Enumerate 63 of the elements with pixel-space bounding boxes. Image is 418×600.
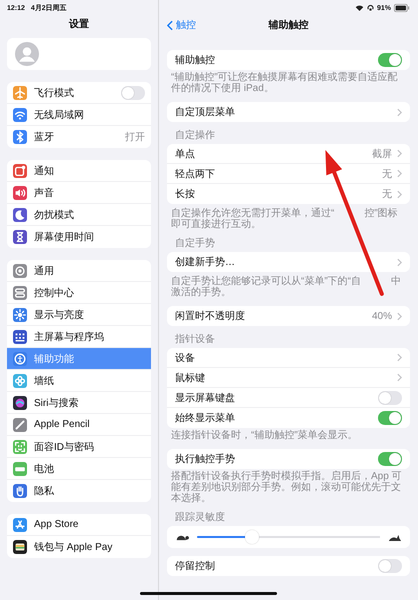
chevron-icon	[397, 169, 402, 178]
sidebar-item[interactable]: 显示与亮度	[7, 304, 151, 326]
sidebar-item[interactable]: 墙纸	[7, 370, 151, 392]
sidebar-title: 设置	[69, 18, 89, 32]
chevron-icon	[397, 353, 402, 362]
wifi-icon	[354, 4, 364, 12]
row-label: 执行触控手势	[175, 452, 236, 466]
chevron-icon	[397, 258, 402, 266]
sidebar-item[interactable]: 声音	[7, 182, 151, 204]
footnote: 自定操作允许您无需打开菜单，通过“ 控”图标即可直接进行互动。	[170, 206, 399, 230]
battery-icon	[394, 4, 410, 12]
sidebar-item[interactable]: Siri与搜索	[7, 392, 151, 414]
footnote: 自定手势让您能够记录可以从“菜单”下的“自 中激活的手势。	[170, 274, 402, 298]
item-value: 打开	[125, 130, 145, 144]
back-chevron-icon	[167, 20, 173, 30]
toggle-switch[interactable]	[378, 390, 402, 404]
toggle-switch[interactable]	[121, 86, 145, 100]
settings-row[interactable]: 设备	[167, 348, 410, 368]
avatar-icon	[15, 42, 39, 66]
page-title: 辅助触控	[268, 18, 308, 32]
back-button[interactable]: 触控	[167, 18, 196, 32]
sidebar-item[interactable]: 通知	[7, 160, 151, 182]
sidebar-item[interactable]: 隐私	[7, 480, 151, 502]
sidebar-item[interactable]: 电池	[7, 458, 151, 480]
footnote: 连接指针设备时，“辅助触控”菜单会显示。	[170, 428, 359, 441]
sidebar-item[interactable]: 控制中心	[7, 282, 151, 304]
row-label: 显示屏幕键盘	[175, 392, 236, 404]
footnote: 搭配指针设备执行手势时模拟手指。启用后，App 可能有差别地识别部分手势。例如，滚动可能优先于文本选择。	[170, 470, 403, 504]
section-header: 指针设备	[174, 334, 216, 347]
sidebar-item[interactable]: 面容ID与密码	[7, 436, 151, 458]
chevron-icon	[397, 149, 402, 158]
settings-row[interactable]: 闲置时不透明度 40%	[167, 306, 410, 326]
toggle-switch[interactable]	[378, 559, 402, 573]
sidebar-item[interactable]: Apple Pencil	[7, 414, 151, 436]
chevron-icon	[397, 373, 402, 382]
profile-card[interactable]	[7, 38, 151, 70]
sidebar-item[interactable]: 勿扰模式	[7, 204, 151, 226]
row-label: 停留控制	[175, 560, 216, 573]
toggle-switch[interactable]	[378, 53, 402, 67]
row-label: 始终显示菜单	[175, 412, 236, 425]
sidebar-item[interactable]: 无线局域网	[7, 104, 151, 126]
rabbit-icon	[388, 532, 402, 542]
row-label: 辅助触控	[175, 54, 216, 67]
sidebar-item[interactable]: App Store	[7, 514, 151, 536]
settings-row[interactable]: 自定顶层菜单	[167, 102, 410, 122]
sidebar-item[interactable]: 飞行模式	[7, 82, 151, 104]
section-header: 自定操作	[174, 130, 216, 143]
sidebar-item[interactable]: 钱包与 Apple Pay	[7, 536, 151, 558]
chevron-icon	[397, 312, 402, 320]
toggle-switch[interactable]	[378, 452, 402, 466]
settings-row[interactable]: 长按 无	[167, 184, 410, 204]
footnote: “辅助触控”可让您在触摸屏幕有困难或需要自适应配件的情况下使用 iPad。	[170, 70, 399, 94]
chevron-icon	[397, 108, 402, 116]
sidebar-item[interactable]: 通用	[7, 260, 151, 282]
toggle-switch[interactable]	[378, 411, 402, 425]
sidebar-item[interactable]: 屏幕使用时间	[7, 226, 151, 248]
settings-row[interactable]: 创建新手势…	[167, 252, 410, 272]
orientation-lock-icon	[366, 4, 374, 12]
section-header: 自定手势	[174, 238, 216, 251]
section-header: 跟踪灵敏度	[174, 512, 226, 525]
chevron-icon	[397, 190, 402, 198]
settings-row[interactable]: 鼠标键	[167, 368, 410, 388]
sidebar-item[interactable]: 蓝牙 打开	[7, 126, 151, 148]
